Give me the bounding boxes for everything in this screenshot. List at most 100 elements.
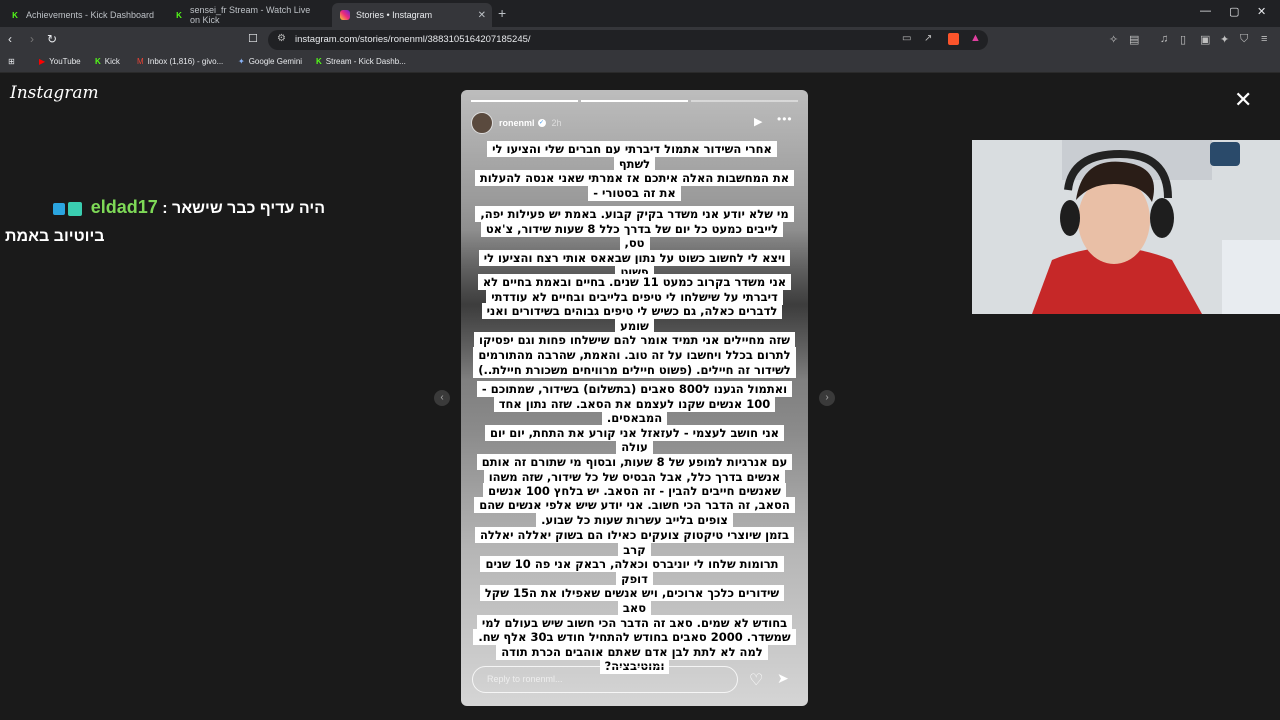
tab-label: Stories • Instagram — [356, 10, 433, 20]
story-text-paragraph: הסאב, זה הדבר הכי חשוב. אני יודע שיש אלפ… — [473, 497, 796, 528]
story-text-line: את זה בסטורי - — [588, 184, 681, 201]
story-text-line: לייבים כמעט כל יום של בדרך כלל 8 שעות שי… — [480, 220, 784, 252]
story-text-line: הסאב, זה הדבר הכי חשוב. אני יודע שיש אלפ… — [474, 497, 795, 513]
reload-icon[interactable]: ↻ — [47, 32, 57, 46]
story-text-paragraph: אחרי השידור אתמול דיברתי עם חברים שלי וה… — [473, 141, 796, 201]
leo-ai-icon[interactable]: ✦ — [1220, 33, 1229, 46]
story-text-paragraph: אני משדר בקרוב כמעט 11 שנים. בחיים ובאמת… — [469, 274, 800, 378]
story-text-line: שידורים כלכך ארוכים, ויש אנשים שאפילו את… — [479, 585, 785, 616]
progress-segment — [471, 100, 578, 102]
chat-separator: : — [162, 200, 168, 217]
instagram-icon — [340, 10, 350, 20]
story-text-line: לדברים כאלה, גם כשיש לי טיפים גבוהים בשי… — [481, 303, 783, 334]
bookmark-kick[interactable]: K Kick — [95, 57, 120, 66]
send-icon[interactable]: ➤ — [777, 670, 789, 687]
close-stories-icon[interactable]: ✕ — [1234, 89, 1252, 111]
story-text-line: בחודש לא שמים. סאב זה הדבר הכי חשוב שיש … — [476, 614, 793, 631]
story-username[interactable]: ronenml — [499, 118, 535, 128]
kick-icon: K — [12, 10, 18, 20]
story-text-line: צופים בלייב עשרות שעות כל שבוע. — [536, 511, 733, 528]
story-text-paragraph: בזמן שיוצרי טיקטוק צועקים כאילו הם בשוק … — [469, 527, 800, 675]
bookmark-label: YouTube — [49, 57, 81, 66]
bookmark-youtube[interactable]: ▶ YouTube — [39, 57, 81, 66]
kick-icon: K — [316, 57, 322, 66]
gemini-icon: ✦ — [238, 57, 245, 66]
bookmark-icon[interactable]: ☐ — [248, 32, 258, 45]
bookmark-gemini[interactable]: ✦ Google Gemini — [238, 57, 302, 66]
bookmark-label: Inbox (1,816) - givo... — [147, 57, 224, 66]
kick-icon: K — [95, 57, 101, 66]
browser-tab-bar: K Achievements - Kick Dashboard K sensei… — [0, 0, 1280, 27]
instagram-logo[interactable]: Instagram — [10, 83, 99, 103]
apps-icon[interactable]: ⊞ — [8, 57, 15, 66]
vpn-icon[interactable]: ⛉ — [1240, 33, 1248, 46]
tab-search-icon[interactable]: ▤ — [1129, 33, 1139, 46]
chat-message-line2: ביוטיוב באמת — [5, 228, 105, 245]
tab-label: sensei_fr Stream - Watch Live on Kick — [190, 5, 311, 25]
webcam-overlay — [972, 140, 1280, 314]
more-options-icon[interactable]: ••• — [777, 112, 793, 126]
bookmark-label: Kick — [104, 57, 120, 66]
chat-message-line1: היה עדיף כבר שישאר — [171, 200, 325, 217]
story-text-line: דיברתי על שישלחו לי טיפים בלייבים ובחיים… — [486, 288, 783, 305]
story-text-line: ואתמול הגענו ל800 סאבים (בתשלום) בשידור,… — [476, 381, 793, 397]
back-icon[interactable]: ‹ — [8, 32, 12, 46]
story-text-line: בזמן שיוצרי טיקטוק צועקים כאילו הם בשוק … — [474, 527, 795, 558]
sidebar-icon[interactable]: ▯ — [1180, 33, 1186, 46]
minimize-icon[interactable]: — — [1200, 5, 1211, 17]
play-icon[interactable]: ▶ — [754, 115, 762, 128]
reply-input[interactable]: Reply to ronenml... — [472, 666, 738, 693]
instagram-stories-page: Instagram ✕ היה עדיף כבר שישאר : eldad17… — [0, 73, 1280, 720]
cast-icon[interactable]: ▭ — [902, 33, 911, 44]
bookmark-label: Google Gemini — [248, 57, 303, 66]
story-text-line: את המחשבות האלה איתכם אז אמרתי שאני אנסה… — [474, 170, 795, 187]
story-text-line: שזה מחיילים אני תמיד אומר להם שישלחו פחו… — [474, 332, 795, 349]
address-bar[interactable]: ⚙ instagram.com/stories/ronenml/38831051… — [268, 30, 988, 50]
next-story-icon[interactable]: › — [819, 390, 835, 406]
story-text-line: אני משדר בקרוב כמעט 11 שנים. בחיים ובאמת… — [477, 274, 792, 290]
close-window-icon[interactable]: ✕ — [1257, 5, 1266, 18]
avatar[interactable] — [471, 112, 493, 134]
menu-icon[interactable]: ≡ — [1261, 33, 1267, 45]
forward-icon[interactable]: › — [30, 32, 34, 46]
kick-icon: K — [176, 10, 182, 20]
chat-username: eldad17 — [90, 197, 158, 217]
tab-kick-dashboard[interactable]: K Achievements - Kick Dashboard — [2, 3, 164, 27]
story-text-line: תרומות שלחו לי יוניברס וכאלה, רבאק אני פ… — [480, 556, 784, 587]
heart-icon[interactable]: ♡ — [749, 670, 763, 690]
extensions-icon[interactable]: ✧ — [1109, 33, 1118, 46]
story-text-line: לתרום בכלל ויחשבו על זה טוב. והאמת, שהרב… — [473, 346, 796, 363]
brave-rewards-icon[interactable]: ▲ — [970, 32, 981, 44]
story-text-line: שמשדר. 2000 סאבים בחודש להתחיל חודש ב30 … — [473, 629, 796, 646]
brave-shield-icon[interactable] — [948, 33, 959, 45]
story-text-line: עם אנרגיות למופע של 8 שעות, ובסוף מי שתו… — [476, 453, 793, 470]
story-text-line: מי שלא יודע אני משדר בקיק קבוע. באמת יש … — [475, 206, 794, 222]
progress-segment — [581, 100, 688, 102]
tab-instagram-stories[interactable]: Stories • Instagram ✕ — [332, 3, 492, 27]
wallet-icon[interactable]: ▣ — [1200, 33, 1210, 46]
story-text-line: אחרי השידור אתמול דיברתי עם חברים שלי וה… — [487, 141, 777, 172]
media-icon[interactable]: ♫ — [1160, 33, 1168, 45]
story-viewer: ronenml ✓ 2h ▶ ••• אחרי השידור אתמול דיב… — [461, 90, 808, 706]
gmail-icon: M — [137, 57, 144, 66]
youtube-icon: ▶ — [39, 57, 46, 66]
share-icon[interactable]: ↗ — [924, 33, 932, 44]
site-info-icon[interactable]: ⚙ — [277, 33, 286, 44]
close-tab-icon[interactable]: ✕ — [478, 10, 486, 21]
tab-label: Achievements - Kick Dashboard — [26, 10, 155, 20]
bookmark-gmail[interactable]: M Inbox (1,816) - givo... — [137, 57, 223, 66]
story-header: ronenml ✓ 2h — [471, 112, 562, 134]
tab-kick-stream[interactable]: K sensei_fr Stream - Watch Live on Kick — [166, 3, 330, 27]
bookmark-kick-dashboard[interactable]: K Stream - Kick Dashb... — [316, 57, 406, 66]
bookmark-label: Stream - Kick Dashb... — [325, 57, 406, 66]
webcam-image — [972, 140, 1280, 314]
new-tab-icon[interactable]: + — [498, 5, 506, 21]
subscriber-badge-icon — [68, 201, 83, 216]
maximize-icon[interactable]: ▢ — [1229, 5, 1239, 18]
story-text-line: אנשים בדרך כלל, אבל הבסיס של כל שידור, ש… — [483, 468, 786, 485]
reply-placeholder: Reply to ronenml... — [487, 674, 563, 684]
url-text: instagram.com/stories/ronenml/3883105164… — [295, 34, 531, 45]
verified-icon: ✓ — [537, 119, 546, 127]
browser-toolbar: ‹ › ↻ ☐ ⚙ instagram.com/stories/ronenml/… — [0, 27, 1280, 53]
previous-story-icon[interactable]: ‹ — [434, 390, 450, 406]
